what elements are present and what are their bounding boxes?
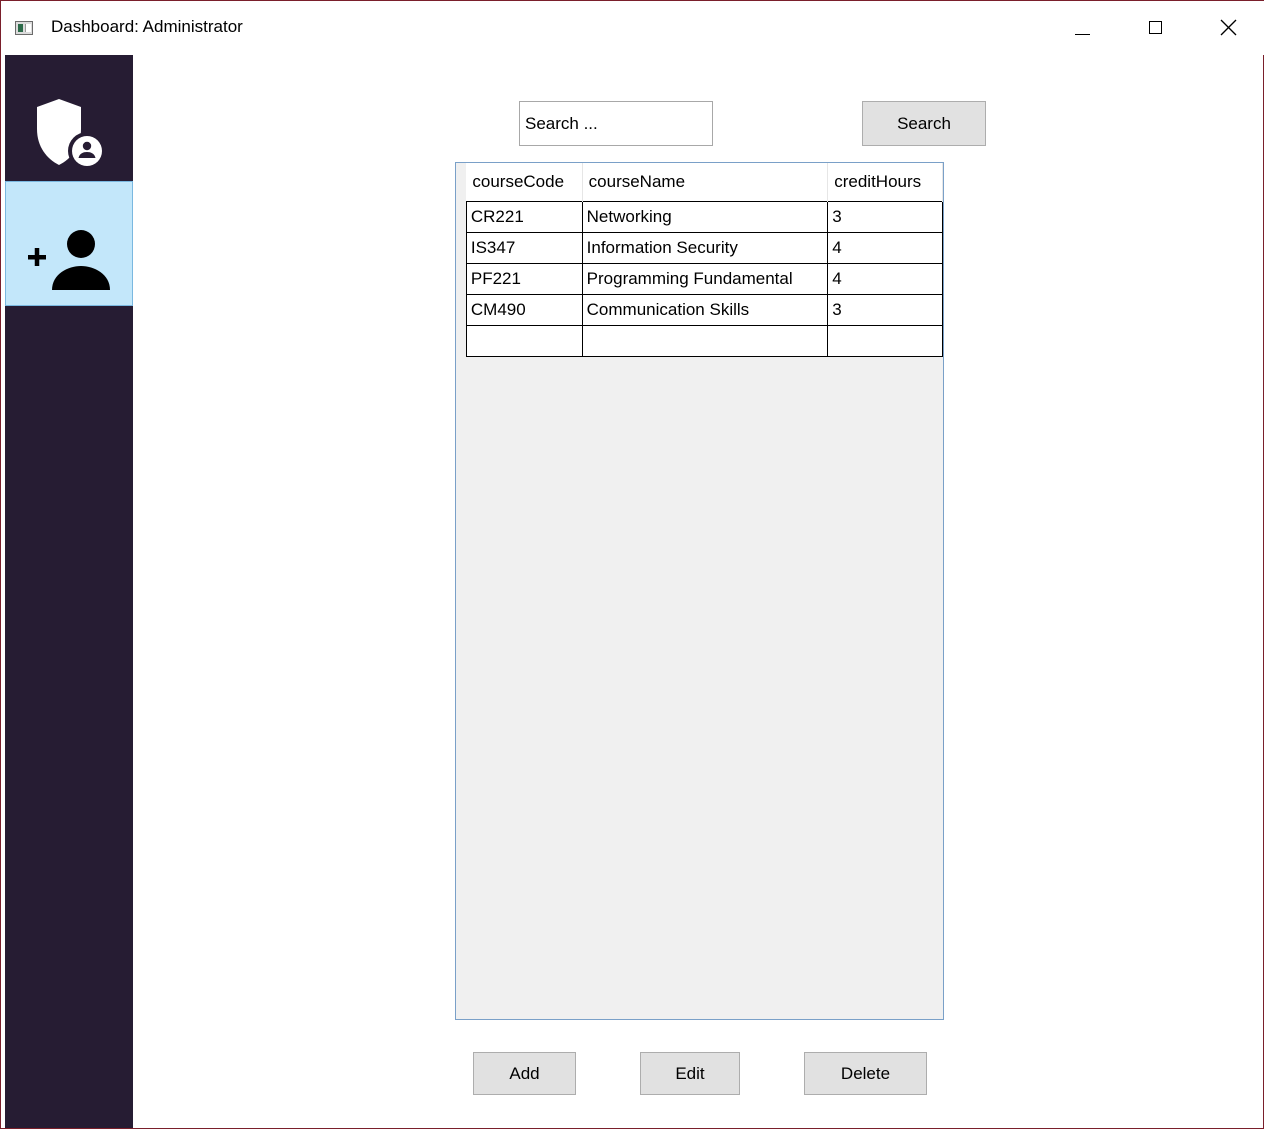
search-input[interactable] bbox=[519, 101, 713, 146]
cell-credit-hours[interactable]: 4 bbox=[827, 232, 943, 264]
cell-course-name[interactable] bbox=[581, 325, 829, 357]
app-icon bbox=[15, 21, 33, 35]
row-header[interactable] bbox=[456, 294, 467, 326]
row-header-corner bbox=[456, 163, 467, 202]
cell-credit-hours[interactable]: 3 bbox=[827, 294, 943, 326]
table-row[interactable]: IS347 Information Security 4 bbox=[456, 232, 943, 264]
cell-credit-hours[interactable]: 3 bbox=[827, 201, 943, 233]
column-header-course-name[interactable]: courseName bbox=[582, 163, 829, 202]
admin-shield-icon bbox=[37, 99, 106, 170]
edit-button[interactable]: Edit bbox=[640, 1052, 740, 1095]
title-bar[interactable]: Dashboard: Administrator bbox=[1, 1, 1265, 55]
cell-credit-hours[interactable]: 4 bbox=[827, 263, 943, 295]
cell-course-name[interactable]: Information Security bbox=[581, 232, 829, 264]
cell-course-name[interactable]: Communication Skills bbox=[581, 294, 829, 326]
close-button[interactable] bbox=[1193, 1, 1263, 55]
cell-course-name[interactable]: Networking bbox=[581, 201, 829, 233]
new-row[interactable] bbox=[456, 325, 943, 357]
cell-course-name[interactable]: Programming Fundamental bbox=[581, 263, 829, 295]
maximize-icon bbox=[1149, 21, 1162, 34]
cell-course-code[interactable]: CR221 bbox=[465, 201, 583, 233]
courses-data-grid[interactable]: courseCode courseName creditHours CR221 … bbox=[455, 162, 944, 1020]
app-window: Dashboard: Administrator Search ... Sear… bbox=[0, 0, 1265, 1129]
close-icon bbox=[1220, 19, 1237, 36]
delete-button[interactable]: Delete bbox=[804, 1052, 927, 1095]
row-header[interactable] bbox=[456, 201, 467, 233]
maximize-button[interactable] bbox=[1121, 1, 1191, 55]
table-row[interactable]: CM490 Communication Skills 3 bbox=[456, 294, 943, 326]
courses-table: courseCode courseName creditHours CR221 … bbox=[456, 163, 943, 357]
cell-course-code[interactable]: PF221 bbox=[465, 263, 583, 295]
row-header[interactable] bbox=[456, 232, 467, 264]
minimize-icon bbox=[1075, 34, 1090, 35]
search-button[interactable]: Search bbox=[862, 101, 986, 146]
window-title: Dashboard: Administrator bbox=[51, 17, 243, 36]
sidebar bbox=[5, 55, 133, 1128]
row-header[interactable] bbox=[456, 325, 467, 357]
add-button[interactable]: Add bbox=[473, 1052, 576, 1095]
column-header-credit-hours[interactable]: creditHours bbox=[827, 163, 943, 202]
cell-credit-hours[interactable] bbox=[827, 325, 943, 357]
table-row[interactable]: CR221 Networking 3 bbox=[456, 201, 943, 233]
column-header-course-code[interactable]: courseCode bbox=[466, 163, 583, 202]
cell-course-code[interactable]: CM490 bbox=[465, 294, 583, 326]
row-header[interactable] bbox=[456, 263, 467, 295]
sidebar-item-admin[interactable] bbox=[5, 55, 133, 180]
table-row[interactable]: PF221 Programming Fundamental 4 bbox=[456, 263, 943, 295]
cell-course-code[interactable] bbox=[465, 325, 583, 357]
sidebar-item-add-user[interactable] bbox=[5, 181, 133, 306]
add-user-icon bbox=[28, 230, 110, 290]
minimize-button[interactable] bbox=[1047, 1, 1117, 55]
table-header-row: courseCode courseName creditHours bbox=[456, 163, 943, 202]
cell-course-code[interactable]: IS347 bbox=[465, 232, 583, 264]
